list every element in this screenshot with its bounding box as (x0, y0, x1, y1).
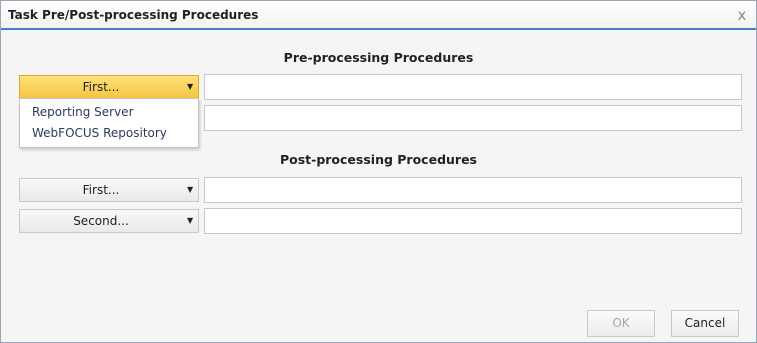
pre-first-selector[interactable]: First... ▼ (19, 75, 199, 99)
pre-processing-heading: Pre-processing Procedures (283, 50, 474, 65)
dialog-title: Task Pre/Post-processing Procedures (8, 8, 259, 22)
cancel-button[interactable]: Cancel (671, 310, 739, 337)
task-procedures-dialog: Task Pre/Post-processing Procedures x Pr… (0, 0, 757, 343)
menu-item-reporting-server[interactable]: Reporting Server (32, 105, 134, 119)
post-processing-heading: Post-processing Procedures (279, 152, 478, 167)
post-second-procedure-field[interactable] (204, 208, 742, 234)
procedure-source-menu: Reporting Server WebFOCUS Repository (19, 98, 199, 148)
pre-first-selector-label: First... (82, 80, 120, 94)
chevron-down-icon: ▼ (187, 82, 194, 91)
post-first-procedure-field[interactable] (204, 177, 742, 203)
post-first-selector-label: First... (82, 183, 120, 197)
menu-item-webfocus-repository[interactable]: WebFOCUS Repository (32, 126, 167, 140)
post-second-selector-label: Second... (73, 214, 129, 228)
chevron-down-icon: ▼ (187, 185, 194, 194)
pre-second-procedure-field[interactable] (204, 105, 742, 131)
title-bar: Task Pre/Post-processing Procedures x (1, 1, 756, 30)
chevron-down-icon: ▼ (187, 216, 194, 225)
ok-button[interactable]: OK (587, 310, 655, 337)
pre-first-procedure-field[interactable] (204, 74, 742, 100)
post-second-selector[interactable]: Second... ▼ (19, 209, 199, 233)
close-icon[interactable]: x (733, 5, 751, 25)
post-first-selector[interactable]: First... ▼ (19, 178, 199, 202)
